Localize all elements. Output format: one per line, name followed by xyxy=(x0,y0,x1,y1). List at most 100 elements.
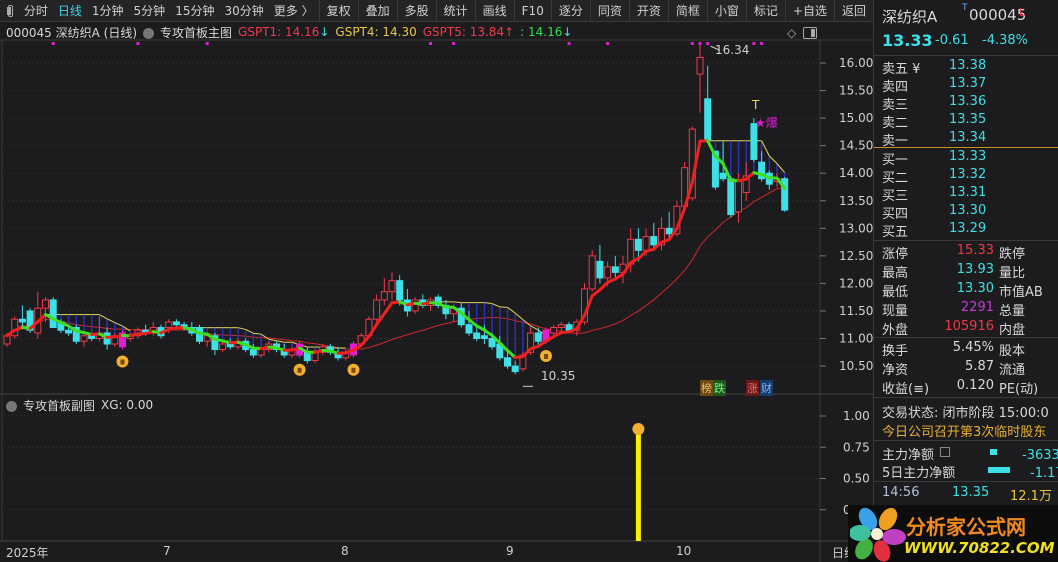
ytick-label: 10.50 xyxy=(839,359,873,373)
stat-label: 收益(≡) xyxy=(882,382,930,397)
signal-dot xyxy=(567,42,571,45)
candle xyxy=(504,357,511,367)
signal-dot xyxy=(698,42,702,45)
stat-value: 13.30 xyxy=(956,281,994,296)
candle xyxy=(611,266,619,273)
stat-row: 现量 2291 总量 xyxy=(882,300,1058,319)
ytick-label: 13.50 xyxy=(839,194,873,208)
candle xyxy=(650,236,658,246)
stat-label: 外盘 xyxy=(882,323,909,338)
upper-line xyxy=(106,318,116,324)
signal-dot xyxy=(752,42,756,45)
5d-flow-bar xyxy=(988,467,1010,473)
sub-indicator-name[interactable]: 专攻首板副图 xyxy=(23,397,95,414)
ma-fast-line xyxy=(598,280,610,292)
stat-label-right: 市值AB xyxy=(999,285,1043,300)
zhang-badge[interactable]: 涨 xyxy=(746,380,759,396)
signal-dot xyxy=(706,42,710,45)
buy-price: 13.33 xyxy=(949,149,987,164)
5d-flow-label: 5日主力净额 xyxy=(882,466,956,481)
company-notice[interactable]: 今日公司召开第3次临时股东 xyxy=(882,421,1046,440)
candle xyxy=(18,318,26,323)
candle xyxy=(596,260,604,279)
ma-fast-line xyxy=(636,249,648,261)
buy-level[interactable]: 买一 13.33 xyxy=(882,149,1058,168)
tick-volume: 12.1万 xyxy=(1010,489,1052,504)
stat-row: 外盘 105916 内盘 xyxy=(882,319,1058,338)
l-flag: L xyxy=(1019,6,1026,19)
candle xyxy=(488,338,496,348)
upper-line xyxy=(114,322,123,327)
buy-level[interactable]: 买二 13.32 xyxy=(882,167,1058,186)
sell-level[interactable]: 卖五 ¥ 13.38 xyxy=(882,58,1058,77)
ma-slow-line xyxy=(6,186,785,350)
sell-price: 13.37 xyxy=(949,76,987,91)
money-bag-icon xyxy=(632,423,645,435)
candle xyxy=(411,299,419,312)
candle xyxy=(735,180,742,213)
t-mark: T xyxy=(752,98,760,112)
stat-value: 13.93 xyxy=(956,262,994,277)
candle xyxy=(257,349,265,356)
stat-value: 15.33 xyxy=(956,243,994,258)
candle xyxy=(396,280,404,301)
ytick-label: 14.00 xyxy=(839,166,873,180)
low-price-label: 10.35 xyxy=(541,369,576,383)
buy-label: 买四 xyxy=(882,207,909,222)
buy-level[interactable]: 买四 13.30 xyxy=(882,203,1058,222)
buy-price: 13.29 xyxy=(949,221,987,236)
candle xyxy=(219,343,227,351)
sell-label: 卖四 xyxy=(882,80,909,95)
sub-ytick-label: 0.75 xyxy=(843,440,870,454)
buy-level[interactable]: 买五 13.29 xyxy=(882,221,1058,240)
upper-line xyxy=(245,328,254,334)
stat-label: 换手 xyxy=(882,344,909,359)
stat-row: 最高 13.93 量比 xyxy=(882,262,1058,281)
stat-label-right: 股本 xyxy=(999,344,1026,359)
stat-label: 涨停 xyxy=(882,247,909,262)
buy-label: 买三 xyxy=(882,189,909,204)
sell-label: 卖五 ¥ xyxy=(882,62,921,77)
kline-chart[interactable]: 16.00 15.50 15.00 14.50 14.00 13.50 13.00 12.50… xyxy=(0,0,873,562)
stock-code: 000045 xyxy=(969,6,1027,24)
ytick-label: 11.50 xyxy=(839,304,873,318)
main-flow-label: 主力净额 xyxy=(882,448,935,463)
candle xyxy=(42,299,49,309)
candle xyxy=(696,56,704,75)
stat-value: 105916 xyxy=(944,319,994,334)
sub-indicator-menu-icon[interactable] xyxy=(6,400,17,412)
flow-detail-icon[interactable] xyxy=(940,447,950,457)
sell-level[interactable]: 卖一 13.34 xyxy=(882,130,1058,149)
candle xyxy=(165,321,173,328)
money-bag-icon-mark xyxy=(351,367,356,373)
xg-bar xyxy=(635,428,641,541)
stat-label-right: 内盘 xyxy=(999,323,1026,338)
sell-price: 13.38 xyxy=(949,58,987,73)
stat-value: 5.87 xyxy=(965,359,994,374)
ytick-label: 12.50 xyxy=(839,249,873,263)
signal-dot xyxy=(136,42,140,45)
bang-badge[interactable]: 榜 xyxy=(700,380,713,396)
buy-level[interactable]: 买三 13.31 xyxy=(882,185,1058,204)
candle xyxy=(373,299,381,320)
stat-row: 收益(≡) 0.120 PE(动) xyxy=(882,378,1058,397)
candle xyxy=(480,335,488,339)
money-bag-icon-mark xyxy=(120,359,125,365)
sell-level[interactable]: 卖四 13.37 xyxy=(882,76,1058,95)
candle xyxy=(550,326,558,334)
sell-price: 13.35 xyxy=(949,112,987,127)
upper-line xyxy=(776,163,786,173)
stat-row: 涨停 15.33 跌停 xyxy=(882,243,1058,262)
ytick-label: 12.00 xyxy=(839,276,873,290)
signal-dot xyxy=(760,42,764,45)
cai-badge[interactable]: 财 xyxy=(760,380,773,396)
sell-level[interactable]: 卖二 13.35 xyxy=(882,112,1058,131)
candle xyxy=(727,178,735,216)
sell-price: 13.36 xyxy=(949,94,987,109)
stat-label: 最高 xyxy=(882,266,909,281)
die-badge[interactable]: 跌 xyxy=(713,380,726,396)
xaxis-year: 2025年 xyxy=(6,546,49,560)
candle xyxy=(88,335,96,339)
sell-level[interactable]: 卖三 13.36 xyxy=(882,94,1058,113)
upper-line xyxy=(761,140,770,157)
